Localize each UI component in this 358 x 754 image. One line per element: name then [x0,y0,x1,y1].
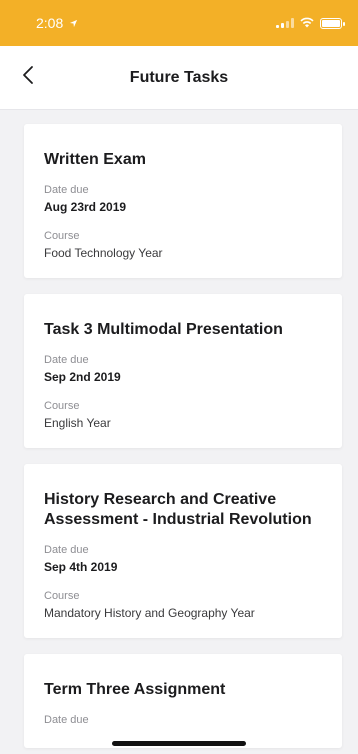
course-label: Course [44,400,80,412]
wifi-icon [300,15,314,31]
course-label: Course [44,230,80,242]
course-value: Mandatory History and Geography Year [44,606,255,620]
chevron-left-icon [22,65,34,90]
task-title: History Research and Creative Assessment… [44,491,312,528]
task-card[interactable]: History Research and Creative Assessment… [24,464,342,638]
date-due-label: Date due [44,184,89,196]
course-value: English Year [44,416,111,430]
task-title: Task 3 Multimodal Presentation [44,321,283,338]
task-card[interactable]: Written Exam Date due Aug 23rd 2019 Cour… [24,124,342,278]
page-title: Future Tasks [129,68,229,86]
course-label: Course [44,590,80,602]
location-arrow-icon [69,15,78,31]
status-bar: 2:08 [0,0,358,46]
status-indicators [276,15,345,31]
date-due-label: Date due [44,544,89,556]
course-value: Food Technology Year [44,246,163,260]
battery-icon [320,17,345,29]
task-title: Written Exam [44,151,146,168]
date-due-value: Sep 4th 2019 [44,560,118,574]
back-button[interactable] [22,64,46,92]
task-title: Term Three Assignment [44,681,226,698]
status-time-group: 2:08 [36,15,78,31]
task-card[interactable]: Term Three Assignment Date due [24,654,342,748]
status-time: 2:08 [36,15,64,31]
date-due-label: Date due [44,714,89,726]
date-due-label: Date due [44,354,89,366]
task-list: Written Exam Date due Aug 23rd 2019 Cour… [0,110,358,748]
navigation-bar: Future Tasks [0,46,358,110]
date-due-value: Aug 23rd 2019 [44,200,127,214]
home-indicator[interactable] [112,741,246,746]
cellular-signal-icon [276,18,294,28]
task-card[interactable]: Task 3 Multimodal Presentation Date due … [24,294,342,448]
date-due-value: Sep 2nd 2019 [44,370,121,384]
